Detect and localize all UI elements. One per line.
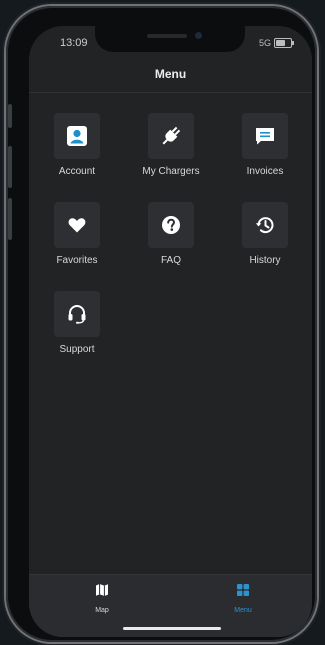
heart-icon [68,218,86,233]
menu-item-label: FAQ [160,255,181,266]
menu-item-invoices[interactable]: Invoices [225,113,305,177]
speaker [147,34,187,38]
menu-item-faq[interactable]: FAQ [131,202,211,266]
question-icon [162,216,180,234]
status-time: 13:09 [60,37,88,49]
app-screen: 13:09 5G Menu Account My Chargers Invoic… [29,26,312,637]
page-title: Menu [29,56,312,92]
home-indicator[interactable] [123,627,221,630]
battery-level [276,40,286,46]
header-divider [29,92,312,93]
notch [95,26,245,52]
map-icon [96,584,108,596]
menu-item-label: Favorites [56,255,98,266]
menu-item-account[interactable]: Account [37,113,117,177]
menu-item-icon-box [148,113,194,159]
grid-icon [237,584,249,596]
mute-switch [8,104,12,128]
plug-icon [162,126,181,145]
menu-item-label: Invoices [246,166,284,177]
menu-item-icon-box [54,202,100,248]
menu-item-my-chargers[interactable]: My Chargers [131,113,211,177]
battery-icon [274,38,294,48]
menu-item-label: Support [59,344,95,355]
menu-item-icon-box [54,291,100,337]
volume-down-button [8,198,12,240]
menu-item-label: History [249,255,281,266]
headset-icon [68,305,86,324]
menu-item-icon-box [242,113,288,159]
tab-bar: Map Menu [29,574,312,637]
menu-item-label: Account [58,166,96,177]
signal-indicator: 5G [258,38,271,48]
volume-up-button [8,146,12,188]
phone-frame: 13:09 5G Menu Account My Chargers Invoic… [6,6,317,642]
menu-item-icon-box [54,113,100,159]
menu-item-icon-box [148,202,194,248]
tab-label: Map [95,607,109,614]
account-icon [67,126,87,146]
tab-label: Menu [234,607,252,614]
menu-item-label: My Chargers [142,166,200,177]
invoice-icon [256,128,274,145]
menu-item-support[interactable]: Support [37,291,117,355]
tab-map[interactable]: Map [72,583,132,614]
menu-item-icon-box [242,202,288,248]
tab-menu[interactable]: Menu [213,583,273,614]
history-icon [255,217,274,234]
menu-item-history[interactable]: History [225,202,305,266]
menu-item-favorites[interactable]: Favorites [37,202,117,266]
front-camera [195,32,202,39]
